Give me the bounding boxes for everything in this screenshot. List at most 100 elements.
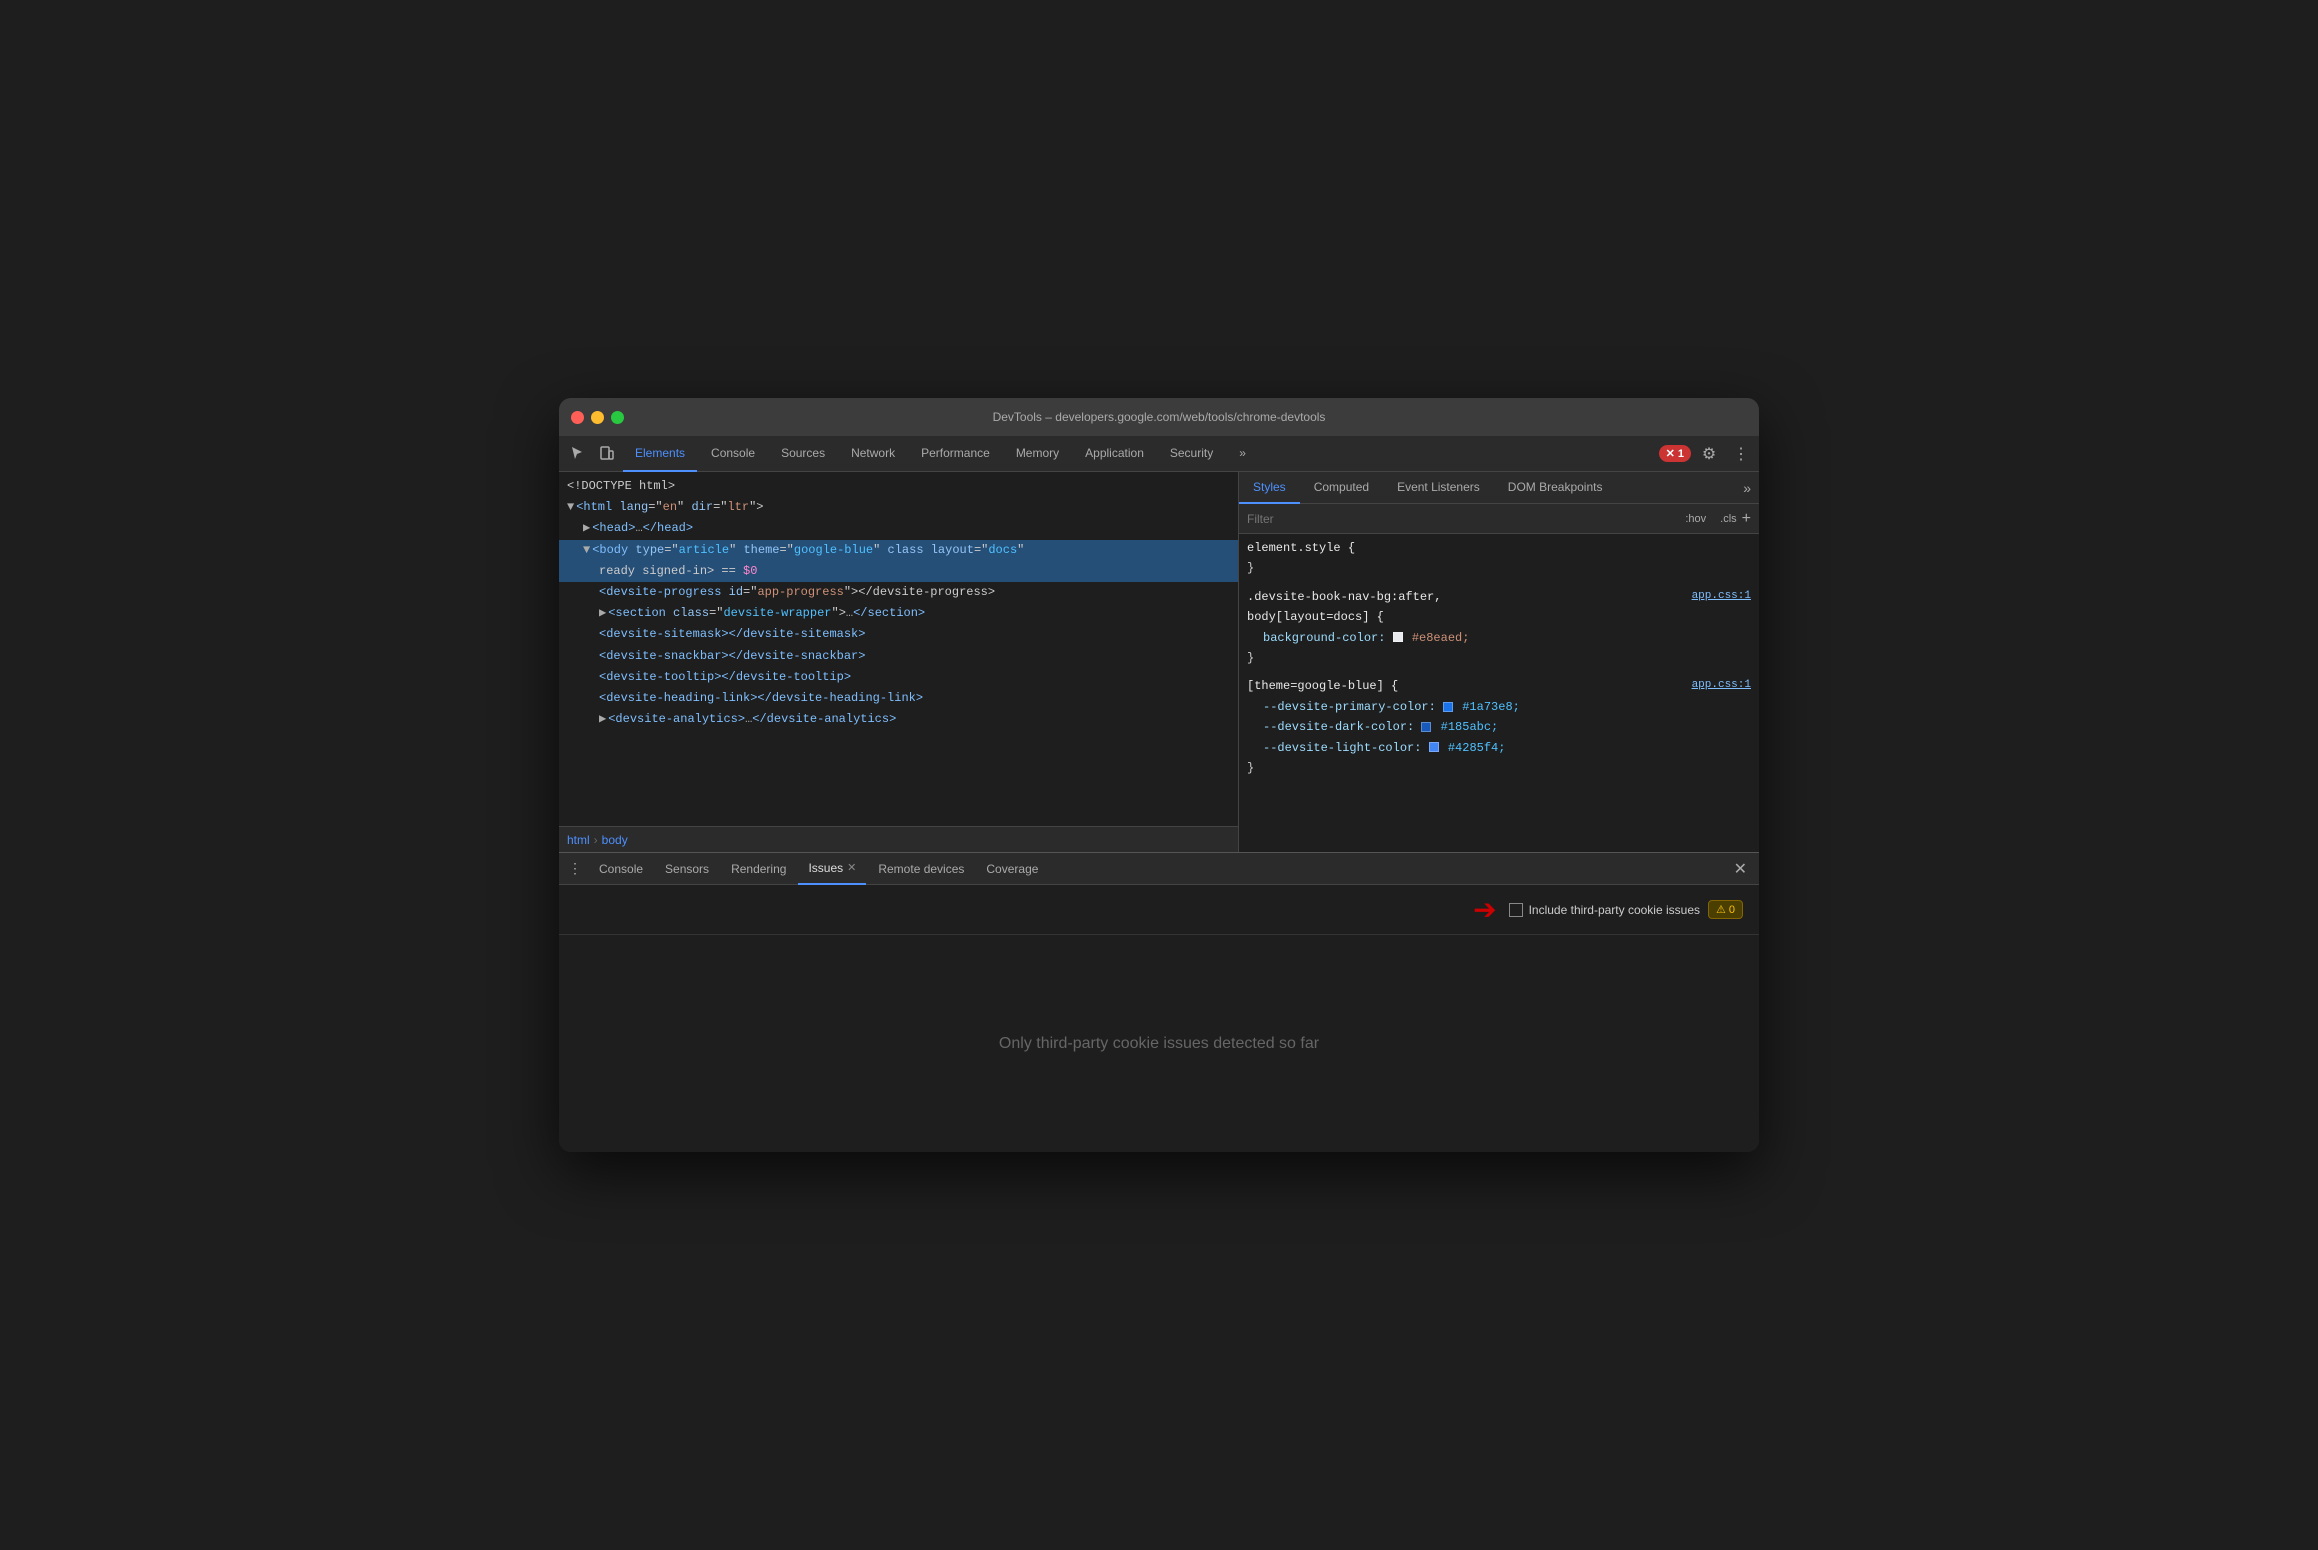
nav-right: ✕ 1 ⚙ ⋮ xyxy=(1659,440,1755,468)
device-toolbar-icon[interactable] xyxy=(593,440,621,468)
settings-icon[interactable]: ⚙ xyxy=(1695,440,1723,468)
drawer-tab-rendering[interactable]: Rendering xyxy=(721,853,796,885)
color-swatch[interactable] xyxy=(1393,632,1403,642)
close-drawer-button[interactable]: ✕ xyxy=(1726,859,1755,879)
error-badge[interactable]: ✕ 1 xyxy=(1659,445,1691,462)
tab-console[interactable]: Console xyxy=(699,436,767,472)
devtools-window: DevTools – developers.google.com/web/too… xyxy=(559,398,1759,1152)
css-file-link[interactable]: app.css:1 xyxy=(1692,587,1751,628)
expand-icon[interactable]: ▼ xyxy=(567,500,574,514)
expand-icon[interactable]: ▼ xyxy=(583,543,590,557)
close-button[interactable] xyxy=(571,411,584,424)
css-close: } xyxy=(1247,558,1751,578)
more-vert-icon[interactable]: ⋮ xyxy=(1727,440,1755,468)
tab-application[interactable]: Application xyxy=(1073,436,1156,472)
drawer-tab-console[interactable]: Console xyxy=(589,853,653,885)
filter-bar: :hov .cls + xyxy=(1239,504,1759,534)
list-item[interactable]: <!DOCTYPE html> xyxy=(559,476,1238,497)
expand-icon[interactable]: ▶ xyxy=(599,606,606,620)
issues-empty-state: Only third-party cookie issues detected … xyxy=(559,935,1759,1152)
breadcrumb-html[interactable]: html xyxy=(567,833,590,847)
css-close: } xyxy=(1247,758,1751,778)
filter-input[interactable] xyxy=(1247,512,1680,526)
css-close: } xyxy=(1247,648,1751,668)
drawer-tab-issues[interactable]: Issues ✕ xyxy=(798,853,866,885)
drawer-menu-icon[interactable]: ⋮ xyxy=(563,857,587,881)
color-swatch[interactable] xyxy=(1421,722,1431,732)
css-file-link[interactable]: app.css:1 xyxy=(1692,676,1751,696)
warning-icon: ⚠ xyxy=(1716,903,1726,916)
more-tabs-icon[interactable]: » xyxy=(1743,472,1759,503)
color-swatch[interactable] xyxy=(1429,742,1439,752)
css-rule: element.style { } xyxy=(1247,538,1751,579)
top-split: <!DOCTYPE html> ▼<html lang="en" dir="lt… xyxy=(559,472,1759,852)
list-item[interactable]: <devsite-heading-link></devsite-heading-… xyxy=(559,688,1238,709)
hov-button[interactable]: :hov xyxy=(1680,512,1711,526)
drawer-tab-bar: ⋮ Console Sensors Rendering Issues ✕ Rem… xyxy=(559,853,1759,885)
tab-elements[interactable]: Elements xyxy=(623,436,697,472)
window-title: DevTools – developers.google.com/web/too… xyxy=(993,410,1326,424)
list-item[interactable]: ▶<section class="devsite-wrapper">…</sec… xyxy=(559,603,1238,624)
x-icon: ✕ xyxy=(1666,447,1675,460)
checkbox-label-text: Include third-party cookie issues xyxy=(1529,903,1700,917)
css-rule: .devsite-book-nav-bg:after,body[layout=d… xyxy=(1247,587,1751,669)
color-swatch[interactable] xyxy=(1443,702,1453,712)
expand-icon[interactable]: ▶ xyxy=(583,521,590,535)
elements-content[interactable]: <!DOCTYPE html> ▼<html lang="en" dir="lt… xyxy=(559,472,1238,826)
error-count: 1 xyxy=(1678,448,1684,460)
breadcrumb: html › body xyxy=(559,826,1238,852)
tab-network[interactable]: Network xyxy=(839,436,907,472)
minimize-button[interactable] xyxy=(591,411,604,424)
expand-icon[interactable]: ▶ xyxy=(599,712,606,726)
css-rule: [theme=google-blue] { app.css:1 --devsit… xyxy=(1247,676,1751,778)
tab-styles[interactable]: Styles xyxy=(1239,472,1300,504)
close-issues-tab[interactable]: ✕ xyxy=(847,861,856,874)
maximize-button[interactable] xyxy=(611,411,624,424)
tab-security[interactable]: Security xyxy=(1158,436,1225,472)
tab-more[interactable]: » xyxy=(1227,436,1258,472)
css-property-line: --devsite-dark-color: #185abc; xyxy=(1247,717,1751,737)
devtools-content: <!DOCTYPE html> ▼<html lang="en" dir="lt… xyxy=(559,472,1759,1152)
list-item[interactable]: ▼<body type="article" theme="google-blue… xyxy=(559,540,1238,561)
red-arrow-icon: ➔ xyxy=(1473,893,1496,926)
list-item[interactable]: ready signed-in> == $0 xyxy=(559,561,1238,582)
traffic-lights xyxy=(571,411,624,424)
titlebar: DevTools – developers.google.com/web/too… xyxy=(559,398,1759,436)
drawer-tab-sensors[interactable]: Sensors xyxy=(655,853,719,885)
tab-sources[interactable]: Sources xyxy=(769,436,837,472)
elements-panel: <!DOCTYPE html> ▼<html lang="en" dir="lt… xyxy=(559,472,1239,852)
third-party-cookie-checkbox[interactable]: Include third-party cookie issues xyxy=(1509,903,1700,917)
cursor-icon[interactable] xyxy=(563,440,591,468)
tab-memory[interactable]: Memory xyxy=(1004,436,1071,472)
devtools-top-nav: Elements Console Sources Network Perform… xyxy=(559,436,1759,472)
drawer-tab-remote-devices[interactable]: Remote devices xyxy=(868,853,974,885)
list-item[interactable]: <devsite-progress id="app-progress"></de… xyxy=(559,582,1238,603)
styles-tab-bar: Styles Computed Event Listeners DOM Brea… xyxy=(1239,472,1759,504)
tab-event-listeners[interactable]: Event Listeners xyxy=(1383,472,1494,504)
list-item[interactable]: <devsite-tooltip></devsite-tooltip> xyxy=(559,667,1238,688)
add-style-button[interactable]: + xyxy=(1742,510,1751,528)
cls-button[interactable]: .cls xyxy=(1715,512,1742,526)
drawer-tab-coverage[interactable]: Coverage xyxy=(976,853,1048,885)
empty-message: Only third-party cookie issues detected … xyxy=(999,1035,1319,1053)
css-property-line: background-color: #e8eaed; xyxy=(1247,628,1751,648)
tab-dom-breakpoints[interactable]: DOM Breakpoints xyxy=(1494,472,1617,504)
doctype-text: <!DOCTYPE html> xyxy=(567,479,675,493)
checkbox-icon[interactable] xyxy=(1509,903,1523,917)
css-selector-line: element.style { xyxy=(1247,538,1751,558)
list-item[interactable]: ▶<head>…</head> xyxy=(559,518,1238,539)
warning-badge: ⚠ 0 xyxy=(1708,900,1743,919)
styles-content[interactable]: element.style { } .devsite-book-nav-bg:a… xyxy=(1239,534,1759,852)
css-property-line: --devsite-light-color: #4285f4; xyxy=(1247,738,1751,758)
list-item[interactable]: <devsite-sitemask></devsite-sitemask> xyxy=(559,624,1238,645)
list-item[interactable]: ▼<html lang="en" dir="ltr"> xyxy=(559,497,1238,518)
tab-computed[interactable]: Computed xyxy=(1300,472,1383,504)
list-item[interactable]: <devsite-snackbar></devsite-snackbar> xyxy=(559,646,1238,667)
bottom-drawer: ⋮ Console Sensors Rendering Issues ✕ Rem… xyxy=(559,852,1759,1152)
list-item[interactable]: ▶<devsite-analytics>…</devsite-analytics… xyxy=(559,709,1238,730)
css-selector-line: .devsite-book-nav-bg:after,body[layout=d… xyxy=(1247,587,1751,628)
issues-toolbar: ➔ Include third-party cookie issues ⚠ 0 xyxy=(559,885,1759,935)
tab-performance[interactable]: Performance xyxy=(909,436,1002,472)
breadcrumb-body[interactable]: body xyxy=(602,833,628,847)
css-property-line: --devsite-primary-color: #1a73e8; xyxy=(1247,697,1751,717)
